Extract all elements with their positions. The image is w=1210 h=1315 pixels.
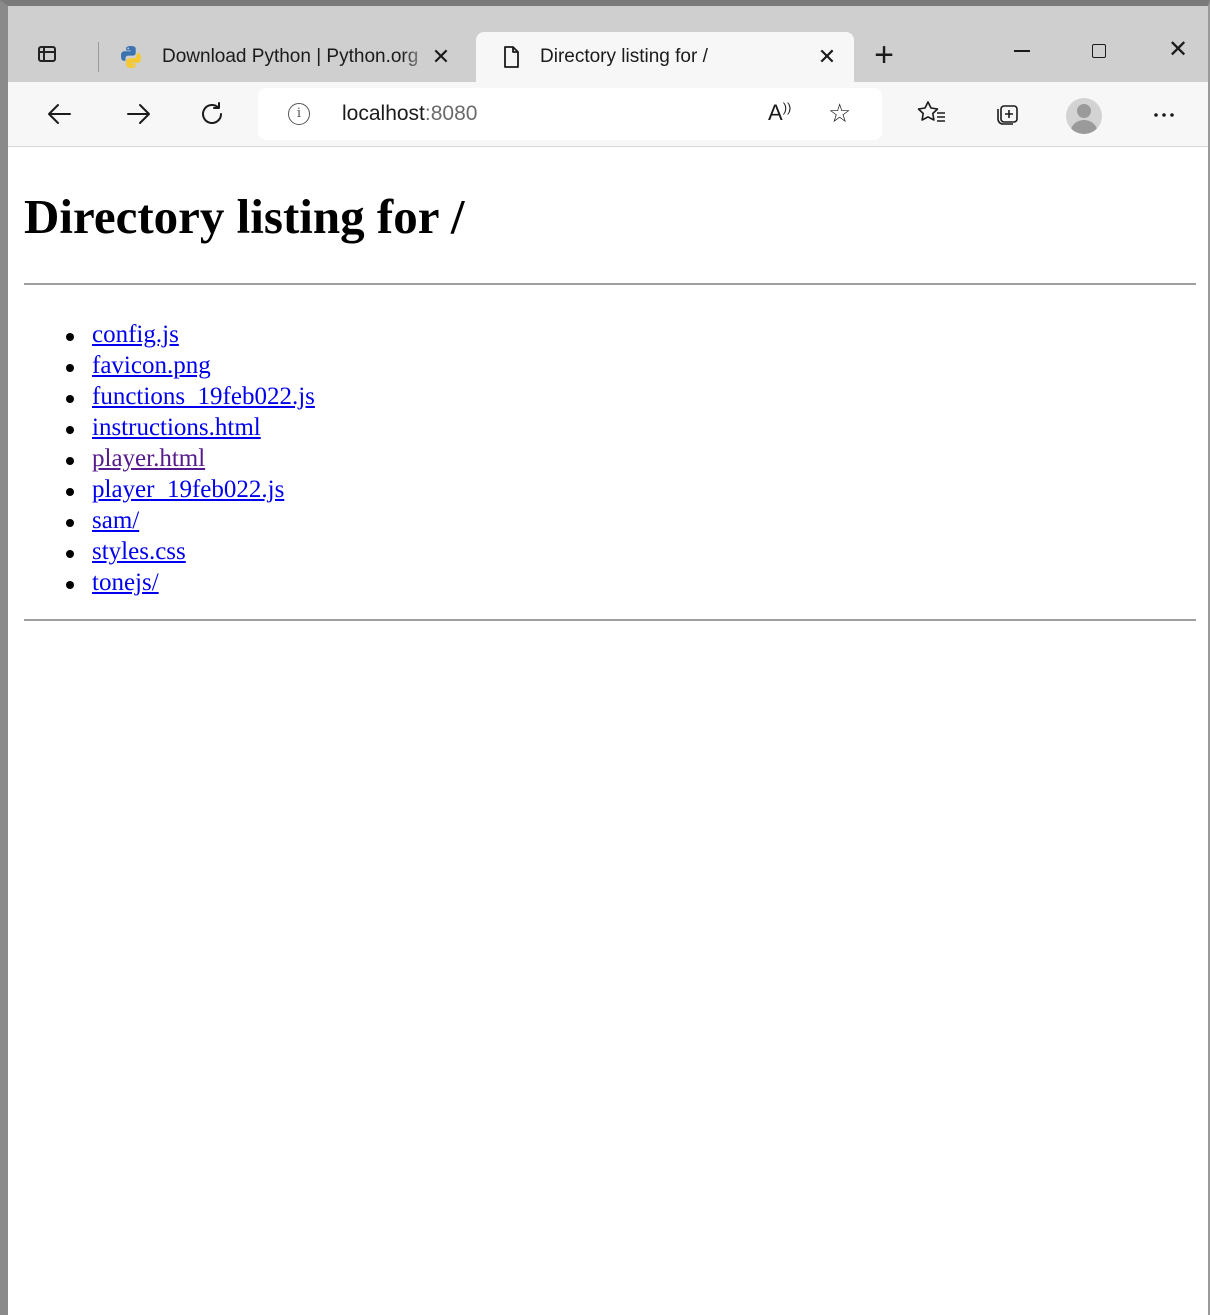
page-title: Directory listing for / [24,189,465,244]
python-icon [121,46,141,68]
file-list: config.js favicon.png functions_19feb022… [24,319,315,598]
tab-separator [98,42,99,72]
new-tab-button[interactable]: + [866,38,902,74]
info-icon[interactable]: i [288,103,310,125]
tab-title: Download Python | Python.org [162,46,432,68]
page-content: Directory listing for / config.js favico… [8,147,1208,1315]
close-icon[interactable]: ✕ [814,44,840,70]
list-item: sam/ [66,505,315,536]
more-options-icon[interactable] [1144,94,1184,134]
tab-title: Directory listing for / [540,46,708,67]
collections-icon[interactable] [988,94,1028,134]
list-item: favicon.png [66,350,315,381]
list-item: styles.css [66,536,315,567]
file-link[interactable]: instructions.html [92,414,261,441]
file-link[interactable]: styles.css [92,538,186,565]
address-url[interactable]: localhost:8080 [342,102,477,126]
list-item: instructions.html [66,412,315,443]
list-item: tonejs/ [66,567,315,598]
minimize-button[interactable] [992,32,1052,68]
list-item: player_19feb022.js [66,474,315,505]
favorites-icon[interactable] [912,94,952,134]
tab-strip: Download Python | Python.org ✕ Directory… [8,6,1208,82]
profile-avatar[interactable] [1066,98,1102,134]
list-item: player.html [66,443,315,474]
file-link[interactable]: functions_19feb022.js [92,383,315,410]
back-arrow-icon[interactable] [40,94,80,134]
navigation-toolbar: i localhost:8080 A)) ☆ [8,82,1208,147]
tab-actions-icon[interactable] [34,40,58,62]
list-item: config.js [66,319,315,350]
file-link[interactable]: player_19feb022.js [92,476,284,503]
browser-window: Download Python | Python.org ✕ Directory… [0,0,1210,1315]
add-favorite-icon[interactable]: ☆ [828,98,851,129]
list-item: functions_19feb022.js [66,381,315,412]
url-port: :8080 [424,102,478,125]
file-link[interactable]: favicon.png [92,352,211,379]
tab-directory-listing[interactable]: Directory listing for / ✕ [476,32,854,82]
window-close-button[interactable]: ✕ [1148,32,1208,68]
tab-download-python[interactable]: Download Python | Python.org ✕ [108,32,468,82]
refresh-icon[interactable] [192,94,232,134]
directory-link[interactable]: tonejs/ [92,569,159,596]
close-icon[interactable]: ✕ [428,44,454,70]
file-link[interactable]: config.js [92,321,179,348]
divider [24,283,1196,285]
url-host: localhost [342,102,425,125]
maximize-button[interactable] [1070,32,1130,68]
file-link[interactable]: player.html [92,445,205,472]
divider [24,619,1196,621]
forward-arrow-icon[interactable] [118,94,158,134]
read-aloud-icon[interactable]: A)) [768,100,791,126]
address-bar[interactable]: i localhost:8080 A)) ☆ [258,88,882,140]
document-icon [504,46,519,68]
directory-link[interactable]: sam/ [92,507,139,534]
